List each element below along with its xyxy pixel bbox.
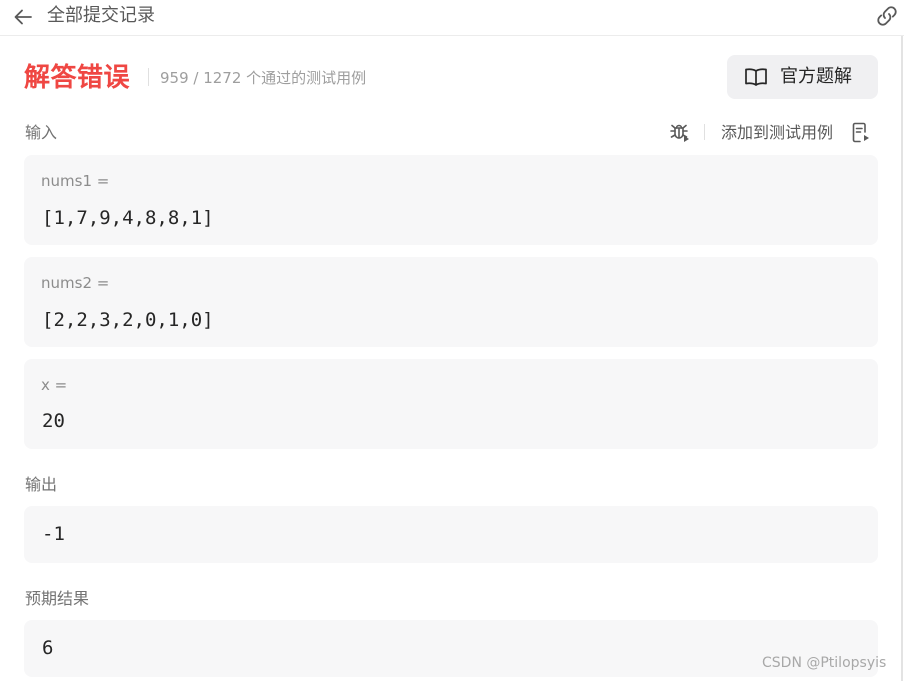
param-value: [1,7,9,4,8,8,1] [42, 207, 214, 229]
scrollbar[interactable] [901, 36, 903, 681]
book-open-icon [745, 68, 767, 86]
expected-box: 6 [24, 620, 878, 677]
expected-label: 预期结果 [25, 589, 90, 608]
input-param-x: x = 20 [24, 359, 878, 449]
official-solution-button[interactable]: 官方题解 [727, 55, 878, 99]
page-title: 全部提交记录 [47, 5, 155, 26]
output-box: -1 [24, 506, 878, 563]
param-name: nums2 = [41, 274, 110, 292]
divider [704, 124, 705, 140]
add-to-testcase-button[interactable]: 添加到测试用例 [721, 123, 833, 143]
bug-icon[interactable] [668, 121, 690, 143]
input-param-nums2: nums2 = [2,2,3,2,0,1,0] [24, 257, 878, 347]
param-name: nums1 = [41, 172, 110, 190]
top-bar: 全部提交记录 [0, 0, 904, 36]
input-label: 输入 [25, 123, 58, 142]
add-file-icon[interactable] [851, 122, 871, 144]
param-value: 20 [42, 410, 65, 432]
passed-test-count: 959 / 1272 个通过的测试用例 [160, 69, 367, 87]
result-status: 解答错误 [24, 63, 131, 93]
watermark: CSDN @Ptilopsyis [762, 655, 887, 671]
link-icon[interactable] [874, 4, 900, 28]
param-name: x = [41, 376, 68, 394]
arrow-left-icon[interactable] [12, 6, 34, 28]
output-value: -1 [42, 523, 65, 545]
param-value: [2,2,3,2,0,1,0] [42, 309, 214, 331]
expected-value: 6 [42, 637, 54, 659]
input-param-nums1: nums1 = [1,7,9,4,8,8,1] [24, 155, 878, 245]
divider [148, 68, 149, 86]
output-label: 输出 [25, 475, 58, 494]
official-solution-label: 官方题解 [780, 66, 852, 87]
